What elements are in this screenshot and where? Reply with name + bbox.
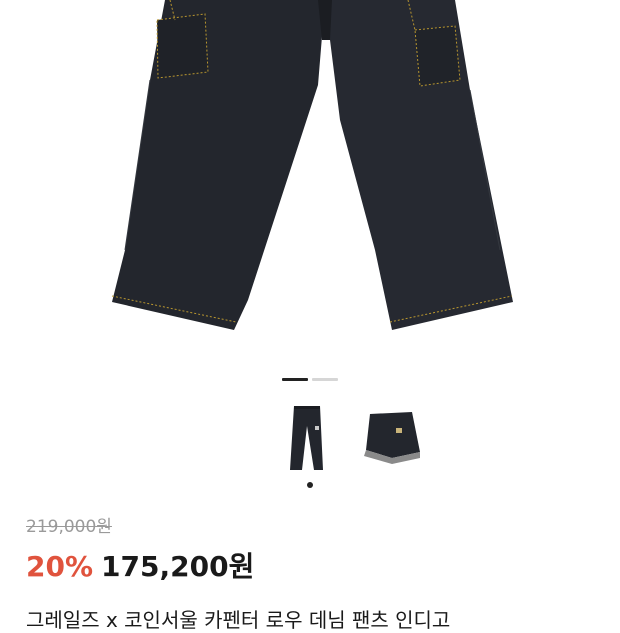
product-title: 그레일즈 x 코인서울 카펜터 로우 데님 팬츠 인디고 xyxy=(26,608,451,632)
sale-price: 175,200원 xyxy=(101,550,255,583)
pager-dot-active[interactable] xyxy=(282,378,308,381)
product-hero-image[interactable] xyxy=(0,0,620,360)
original-price: 219,000원 xyxy=(26,517,112,537)
thumbnail-pants[interactable] xyxy=(276,400,346,472)
pager-dot[interactable] xyxy=(312,378,338,381)
thumbnail-shorts[interactable] xyxy=(356,400,426,472)
discount-rate: 20% xyxy=(26,550,94,583)
selected-thumbnail-dot xyxy=(307,482,313,488)
pants-thumbnail-icon xyxy=(290,406,323,470)
shorts-thumbnail-icon xyxy=(364,412,420,464)
price-row: 20% 175,200원 xyxy=(26,545,254,585)
image-pager xyxy=(282,378,338,382)
denim-pants-photo xyxy=(111,0,513,330)
